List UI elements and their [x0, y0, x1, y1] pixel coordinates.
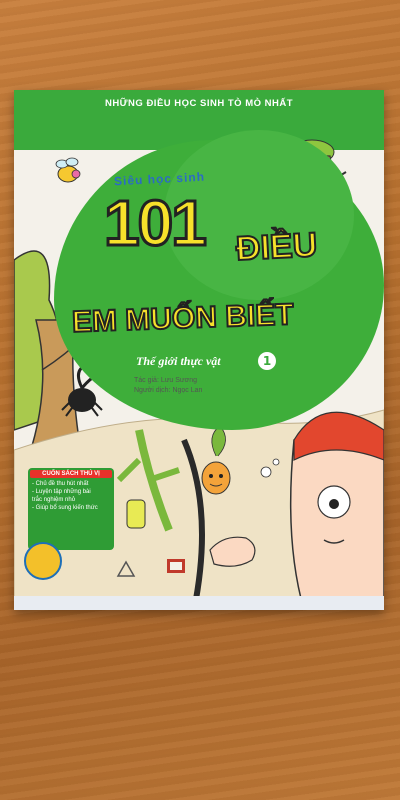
info-item: trắc nghiệm nhỏ [32, 497, 76, 503]
volume-title: Thế giới thực vật [136, 354, 221, 368]
credits: Tác giả: Lưu Sương Người dịch: Ngọc Lan [134, 376, 202, 396]
info-item: - Giúp bổ sung kiến thức [32, 505, 98, 511]
info-box: CUỐN SÁCH THÚ VỊ - Chủ đề thu hút nhất -… [28, 468, 114, 550]
volume-number: 1 [258, 352, 276, 370]
info-item: - Chủ đề thu hút nhất [32, 481, 89, 487]
info-box-heading: CUỐN SÁCH THÚ VỊ [30, 470, 112, 478]
bee-logo [116, 560, 136, 577]
bee-illustration [55, 157, 81, 183]
cover-title-word: ĐIỀU [234, 225, 319, 269]
author-credit: Tác giả: Lưu Sương [134, 377, 197, 384]
cover-number: 101 [103, 186, 209, 261]
publisher-logo [24, 542, 62, 580]
book-cover: NHỮNG ĐIỀU HỌC SINH TÒ MÒ NHẤT Siêu học … [14, 90, 384, 610]
boy-face-illustration [289, 411, 384, 610]
translator-credit: Người dịch: Ngọc Lan [134, 387, 203, 394]
info-item: - Luyện tập những bài [32, 489, 91, 495]
brand-logo [167, 559, 185, 573]
